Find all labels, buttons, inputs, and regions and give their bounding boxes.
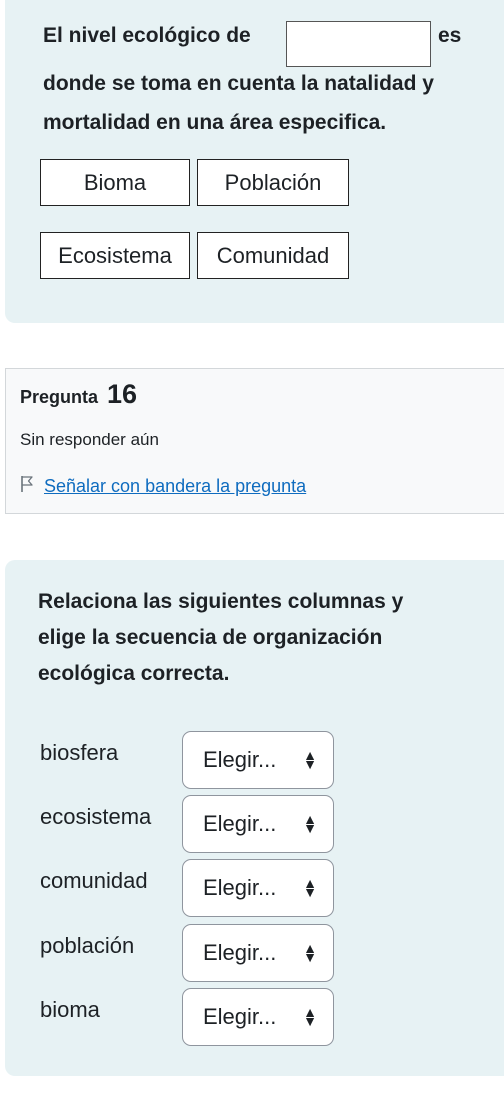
question-word: Pregunta bbox=[20, 387, 99, 407]
drag-choice-poblacion[interactable]: Población bbox=[197, 159, 349, 206]
drag-choice-ecosistema[interactable]: Ecosistema bbox=[40, 232, 190, 279]
question-text-part-1: El nivel ecológico de bbox=[43, 24, 251, 47]
match-select-bioma[interactable]: Elegir... ▲ ▼ bbox=[182, 988, 334, 1046]
drop-zone-blank[interactable] bbox=[286, 21, 431, 67]
question-text-line-3: mortalidad en una área especifica. bbox=[43, 111, 387, 134]
select-value: Elegir... bbox=[203, 940, 277, 965]
question-text-part-2: es bbox=[438, 24, 462, 47]
drag-choice-bioma[interactable]: Bioma bbox=[40, 159, 190, 206]
question-16-text-line-2: elige la secuencia de organización bbox=[38, 626, 383, 649]
question-16-info: Pregunta 16 Sin responder aún Señalar co… bbox=[5, 368, 504, 514]
question-number-label: Pregunta 16 bbox=[20, 379, 137, 410]
flag-question-link[interactable]: Señalar con bandera la pregunta bbox=[44, 476, 306, 497]
match-label-ecosistema: ecosistema bbox=[40, 804, 152, 829]
question-16-text-line-1: Relaciona las siguientes columnas y bbox=[38, 590, 404, 613]
updown-chevron-icon: ▲ ▼ bbox=[303, 940, 317, 965]
drag-choice-comunidad[interactable]: Comunidad bbox=[197, 232, 349, 279]
select-value: Elegir... bbox=[203, 747, 277, 772]
updown-chevron-icon: ▲ ▼ bbox=[303, 1004, 317, 1029]
question-15-panel: El nivel ecológico de es donde se toma e… bbox=[5, 0, 504, 323]
updown-chevron-icon: ▲ ▼ bbox=[303, 811, 317, 836]
flag-outline-icon[interactable] bbox=[20, 475, 34, 498]
updown-chevron-icon: ▲ ▼ bbox=[303, 875, 317, 900]
select-value: Elegir... bbox=[203, 1004, 277, 1029]
updown-chevron-icon: ▲ ▼ bbox=[303, 747, 317, 772]
question-status: Sin responder aún bbox=[20, 430, 159, 449]
select-value: Elegir... bbox=[203, 811, 277, 836]
match-label-comunidad: comunidad bbox=[40, 868, 148, 893]
question-number: 16 bbox=[107, 379, 138, 409]
question-16-text-line-3: ecológica correcta. bbox=[38, 662, 230, 685]
match-label-biosfera: biosfera bbox=[40, 740, 119, 765]
match-select-ecosistema[interactable]: Elegir... ▲ ▼ bbox=[182, 795, 334, 853]
flag-question-control[interactable]: Señalar con bandera la pregunta bbox=[20, 475, 306, 498]
match-select-comunidad[interactable]: Elegir... ▲ ▼ bbox=[182, 859, 334, 917]
match-select-biosfera[interactable]: Elegir... ▲ ▼ bbox=[182, 731, 334, 789]
match-label-poblacion: población bbox=[40, 933, 135, 958]
question-text-line-2: donde se toma en cuenta la natalidad y bbox=[43, 72, 434, 95]
match-label-bioma: bioma bbox=[40, 997, 100, 1022]
match-select-poblacion[interactable]: Elegir... ▲ ▼ bbox=[182, 924, 334, 982]
select-value: Elegir... bbox=[203, 875, 277, 900]
question-16-panel: Relaciona las siguientes columnas y elig… bbox=[5, 560, 504, 1076]
